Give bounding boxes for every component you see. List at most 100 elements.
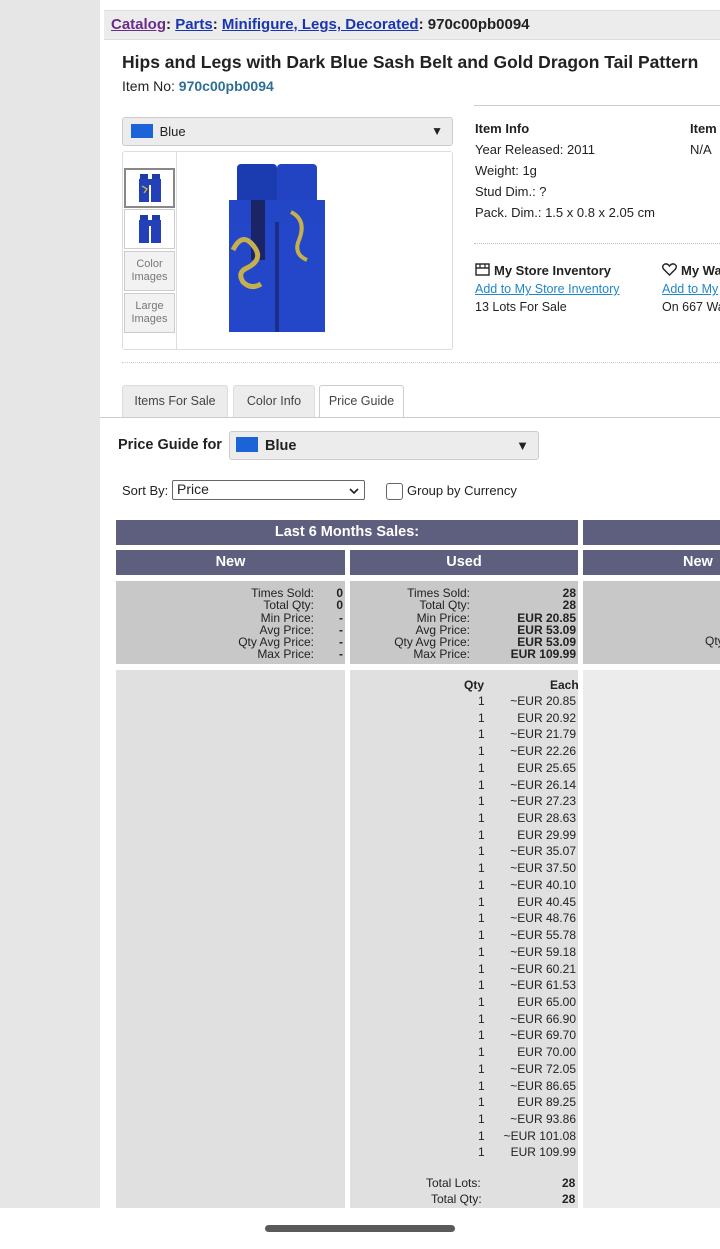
item-info-secondary-value: N/A <box>690 142 712 157</box>
new-right-stats-box: Qty <box>583 581 720 664</box>
stat-label: Max Price: <box>257 647 314 662</box>
sales-row-price: EUR 70.00 <box>517 1045 576 1059</box>
sales-row-price: EUR 28.63 <box>517 811 576 825</box>
sales-row-qty: 1 <box>478 978 485 992</box>
new-sales-list <box>116 670 345 1208</box>
new-stat-labels: Times Sold: Total Qty: Min Price: Avg Pr… <box>238 587 314 661</box>
sales-row-price: ~EUR 27.23 <box>510 794 576 808</box>
item-info-secondary: Item N/A <box>690 118 717 160</box>
sales-row-qty: 1 <box>478 911 485 925</box>
sales-row-price: ~EUR 93.86 <box>510 1112 576 1126</box>
breadcrumb-category-link[interactable]: Minifigure, Legs, Decorated <box>222 16 419 33</box>
large-images-button[interactable]: Large Images <box>124 293 175 333</box>
sales-row-qty: 1 <box>478 711 485 725</box>
sales-row-qty: 1 <box>478 794 485 808</box>
breadcrumb-separator: : <box>418 16 424 33</box>
color-select[interactable]: Blue ▼ <box>122 117 453 146</box>
color-swatch <box>131 124 153 138</box>
tab-price-guide[interactable]: Price Guide <box>319 385 404 418</box>
home-indicator[interactable] <box>265 1225 455 1232</box>
dropdown-arrow-icon: ▼ <box>516 438 529 453</box>
item-info-secondary-heading: Item <box>690 121 717 136</box>
wanted-count: On 667 Wa <box>662 300 720 314</box>
store-icon <box>475 263 490 276</box>
sales-row-price: EUR 89.25 <box>517 1095 576 1109</box>
store-inventory-label: My Store Inventory <box>494 263 612 278</box>
thumbnail-1[interactable] <box>124 168 175 208</box>
item-number-value: 970c00pb0094 <box>178 78 274 94</box>
dropdown-arrow-icon: ▼ <box>431 124 443 138</box>
sales-row-qty: 1 <box>478 727 485 741</box>
sales-row-price: ~EUR 61.53 <box>510 978 576 992</box>
sales-row-qty: 1 <box>478 945 485 959</box>
wanted-list: My Wa Add to My On 667 Wa <box>662 262 720 316</box>
sales-row-qty: 1 <box>478 761 485 775</box>
year-released: Year Released: 2011 <box>475 142 595 157</box>
price-guide-color-select[interactable]: Blue ▼ <box>229 431 539 460</box>
store-inventory: My Store Inventory Add to My Store Inven… <box>475 262 620 316</box>
heart-icon <box>662 263 677 276</box>
item-info-heading: Item Info <box>475 121 530 136</box>
sales-row-price: ~EUR 48.76 <box>510 911 576 925</box>
new-stat-values: 0 0 - - - - <box>336 587 343 661</box>
sales-row-price: EUR 29.99 <box>517 828 576 842</box>
stat-value: EUR 109.99 <box>510 647 576 662</box>
wanted-heading: My Wa <box>662 262 720 280</box>
used-stats-box: Times Sold: Total Qty: Min Price: Avg Pr… <box>350 581 578 664</box>
sales-row-price: ~EUR 66.90 <box>510 1012 576 1026</box>
sales-row-qty: 1 <box>478 1045 485 1059</box>
breadcrumb-parts-link[interactable]: Parts <box>175 16 213 33</box>
tab-color-info[interactable]: Color Info <box>233 385 315 417</box>
sales-row-qty: 1 <box>478 861 485 875</box>
sales-row-price: EUR 65.00 <box>517 995 576 1009</box>
list-qty-header: Qty <box>464 678 485 692</box>
sales-row-price: EUR 20.92 <box>517 711 576 725</box>
divider <box>474 105 720 106</box>
add-to-store-link[interactable]: Add to My Store Inventory <box>475 282 620 296</box>
left-gutter <box>0 0 100 1208</box>
add-to-wanted-link[interactable]: Add to My <box>662 282 718 296</box>
group-by-currency-checkbox[interactable] <box>386 483 403 500</box>
total-qty-label: Total Qty: <box>431 1192 482 1206</box>
used-stat-labels: Times Sold: Total Qty: Min Price: Avg Pr… <box>394 587 470 661</box>
color-swatch <box>236 437 258 452</box>
new-column-header: New <box>116 550 345 575</box>
breadcrumb-separator: : <box>212 16 218 33</box>
new-stats-box: Times Sold: Total Qty: Min Price: Avg Pr… <box>116 581 345 664</box>
sales-row-qty: 1 <box>478 1112 485 1126</box>
lots-for-sale: 13 Lots For Sale <box>475 300 567 314</box>
stat-label-partial: Qty <box>705 634 720 648</box>
chevron-down-icon <box>349 488 359 495</box>
stat-value: 0 <box>336 598 343 613</box>
new-right-column-header: New <box>583 550 720 575</box>
breadcrumb-catalog-link[interactable]: Catalog <box>111 16 166 33</box>
item-image <box>203 160 333 340</box>
breadcrumb-separator: : <box>166 16 172 33</box>
sales-row-price: ~EUR 55.78 <box>510 928 576 942</box>
thumbnail-column: Color Images Large Images <box>123 152 177 349</box>
page: Catalog: Parts: Minifigure, Legs, Decora… <box>100 0 720 1208</box>
sales-row-qty: 1 <box>478 928 485 942</box>
sales-row-qty: 1 <box>478 778 485 792</box>
thumbnail-2[interactable] <box>124 209 175 249</box>
sort-by-select[interactable]: Price <box>172 480 365 500</box>
sales-row-price: EUR 109.99 <box>510 1145 576 1159</box>
sales-row-qty: 1 <box>478 895 485 909</box>
sort-by-value: Price <box>177 481 209 497</box>
tab-items-for-sale[interactable]: Items For Sale <box>122 385 228 417</box>
sales-row-qty: 1 <box>478 694 485 708</box>
sales-row-price: EUR 40.45 <box>517 895 576 909</box>
sales-row-price: ~EUR 35.07 <box>510 844 576 858</box>
sales-row-price: ~EUR 20.85 <box>510 694 576 708</box>
sales-row-price: ~EUR 26.14 <box>510 778 576 792</box>
sales-row-qty: 1 <box>478 1028 485 1042</box>
sales-row-qty: 1 <box>478 1012 485 1026</box>
item-number-label: Item No: <box>122 78 175 94</box>
group-by-currency-label: Group by Currency <box>407 483 517 498</box>
sales-row-qty: 1 <box>478 811 485 825</box>
stat-value: - <box>339 647 343 662</box>
sales-row-qty: 1 <box>478 1079 485 1093</box>
sales-row-qty: 1 <box>478 878 485 892</box>
color-images-button[interactable]: Color Images <box>124 251 175 291</box>
sales-row-price: ~EUR 101.08 <box>503 1129 576 1143</box>
